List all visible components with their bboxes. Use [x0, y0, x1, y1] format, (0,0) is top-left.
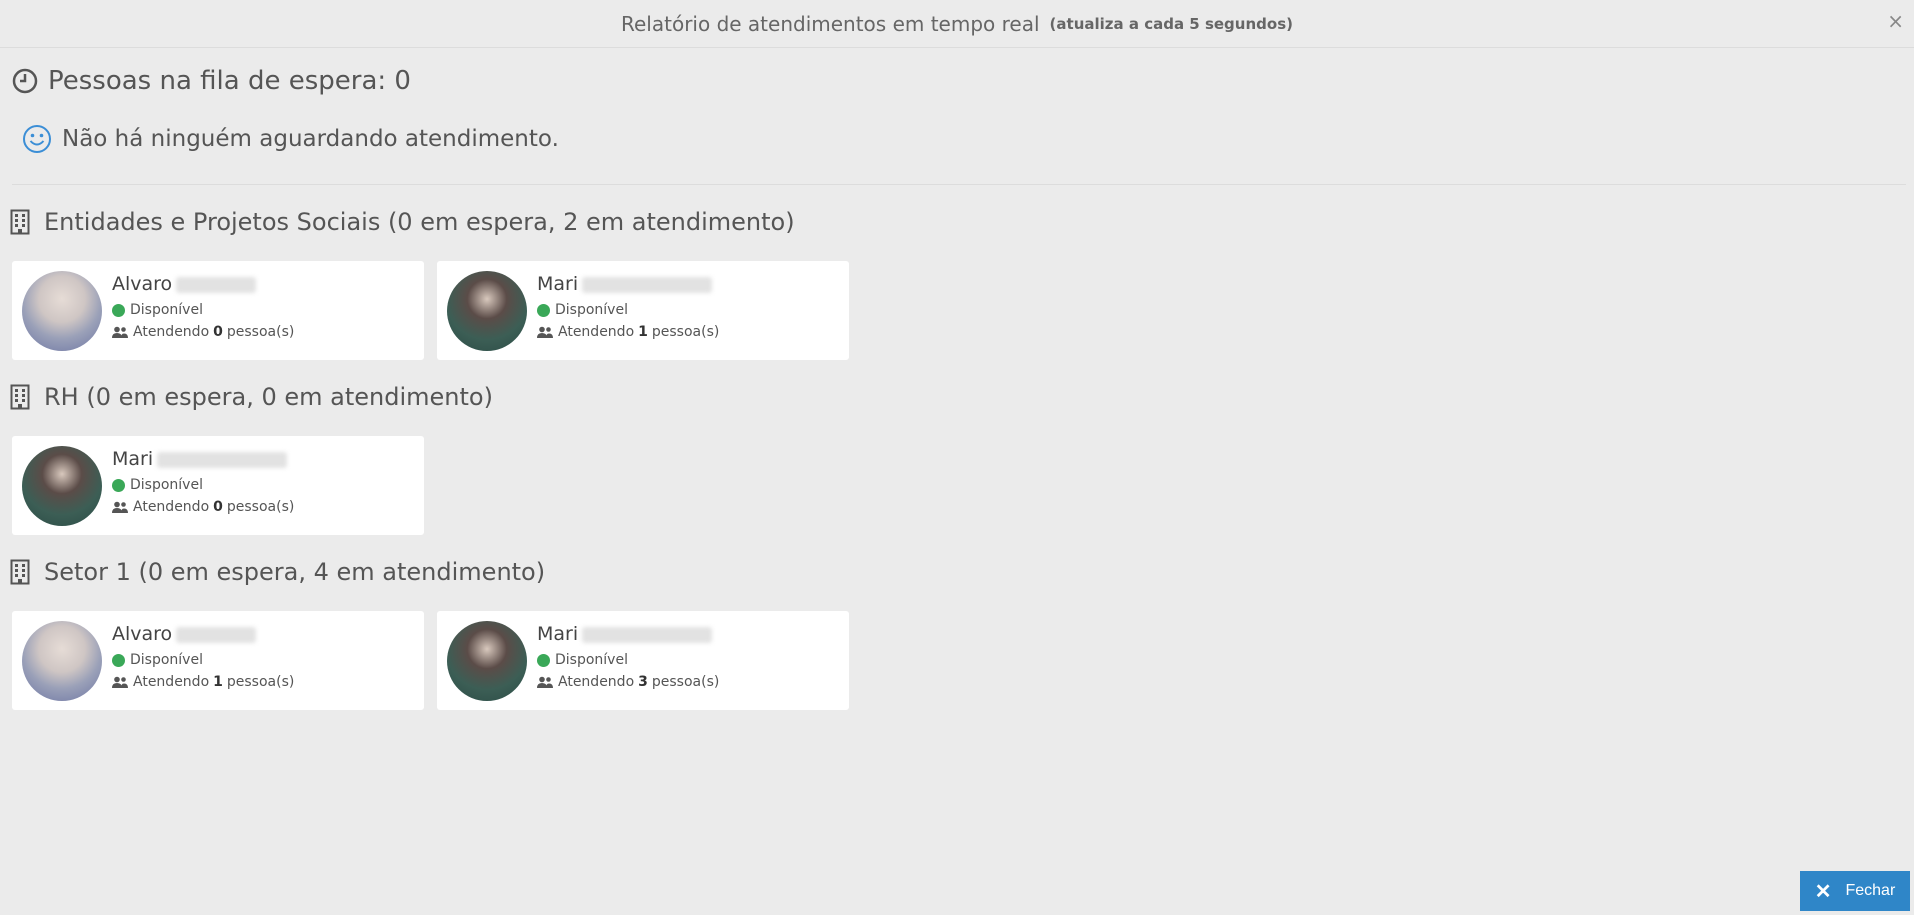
- avatar: [447, 271, 527, 351]
- section-heading: RH (0 em espera, 0 em atendimento): [10, 383, 493, 411]
- close-icon[interactable]: ×: [1887, 11, 1904, 31]
- users-icon: [112, 326, 128, 338]
- redacted-surname: [582, 626, 713, 643]
- queue-heading: Pessoas na fila de espera: 0: [12, 66, 411, 96]
- avatar: [22, 446, 102, 526]
- attendant-card: Mari Disponível Atendendo 1 pessoa(s): [437, 261, 849, 360]
- serving-count: Atendendo 0 pessoa(s): [112, 499, 294, 515]
- dialog-title: Relatório de atendimentos em tempo real: [621, 11, 1040, 36]
- status-dot: [112, 478, 125, 492]
- avatar: [22, 621, 102, 701]
- attendant-name: Mari: [537, 623, 713, 645]
- queue-empty-message: Não há ninguém aguardando atendimento.: [22, 124, 559, 154]
- close-button[interactable]: ✕ Fechar: [1800, 871, 1910, 911]
- avatar: [22, 271, 102, 351]
- status-dot: [537, 653, 550, 667]
- redacted-surname: [582, 276, 713, 293]
- status-label: Disponível: [555, 302, 628, 318]
- section-heading: Entidades e Projetos Sociais (0 em esper…: [10, 208, 795, 236]
- attendant-name: Mari: [537, 273, 713, 295]
- serving-count: Atendendo 1 pessoa(s): [112, 674, 294, 690]
- section-title: Entidades e Projetos Sociais (0 em esper…: [44, 208, 795, 236]
- attendant-name: Alvaro: [112, 273, 257, 295]
- status-indicator: Disponível: [537, 302, 628, 318]
- section-title: RH (0 em espera, 0 em atendimento): [44, 383, 493, 411]
- redacted-surname: [176, 276, 257, 293]
- serving-count: Atendendo 3 pessoa(s): [537, 674, 719, 690]
- attendant-card: Alvaro Disponível Atendendo 1 pessoa(s): [12, 611, 424, 710]
- queue-title: Pessoas na fila de espera: 0: [48, 66, 411, 96]
- clock-icon: [12, 68, 38, 94]
- dialog-subtitle: (atualiza a cada 5 segundos): [1049, 14, 1293, 33]
- status-label: Disponível: [130, 477, 203, 493]
- serving-count: Atendendo 0 pessoa(s): [112, 324, 294, 340]
- status-indicator: Disponível: [112, 652, 203, 668]
- report-dialog: Relatório de atendimentos em tempo real …: [0, 0, 1914, 915]
- status-dot: [537, 303, 550, 317]
- close-button-label: Fechar: [1845, 882, 1896, 899]
- status-dot: [112, 653, 125, 667]
- status-dot: [112, 303, 125, 317]
- status-indicator: Disponível: [112, 477, 203, 493]
- status-indicator: Disponível: [112, 302, 203, 318]
- status-indicator: Disponível: [537, 652, 628, 668]
- status-label: Disponível: [130, 302, 203, 318]
- attendant-name: Mari: [112, 448, 288, 470]
- status-label: Disponível: [130, 652, 203, 668]
- users-icon: [537, 326, 553, 338]
- attendant-card: Mari Disponível Atendendo 0 pessoa(s): [12, 436, 424, 535]
- serving-count: Atendendo 1 pessoa(s): [537, 324, 719, 340]
- redacted-surname: [157, 451, 288, 468]
- section-title: Setor 1 (0 em espera, 4 em atendimento): [44, 558, 546, 586]
- redacted-surname: [176, 626, 257, 643]
- avatar: [447, 621, 527, 701]
- attendant-card: Mari Disponível Atendendo 3 pessoa(s): [437, 611, 849, 710]
- building-icon: [10, 384, 30, 410]
- section-heading: Setor 1 (0 em espera, 4 em atendimento): [10, 558, 545, 586]
- users-icon: [112, 501, 128, 513]
- building-icon: [10, 209, 30, 235]
- smile-icon: [23, 125, 51, 153]
- users-icon: [537, 676, 553, 688]
- building-icon: [10, 559, 30, 585]
- dialog-header: Relatório de atendimentos em tempo real …: [0, 0, 1914, 48]
- users-icon: [112, 676, 128, 688]
- attendant-card: Alvaro Disponível Atendendo 0 pessoa(s): [12, 261, 424, 360]
- queue-empty-text: Não há ninguém aguardando atendimento.: [62, 126, 559, 152]
- divider: [12, 184, 1906, 185]
- status-label: Disponível: [555, 652, 628, 668]
- attendant-name: Alvaro: [112, 623, 257, 645]
- close-icon: ✕: [1814, 880, 1832, 903]
